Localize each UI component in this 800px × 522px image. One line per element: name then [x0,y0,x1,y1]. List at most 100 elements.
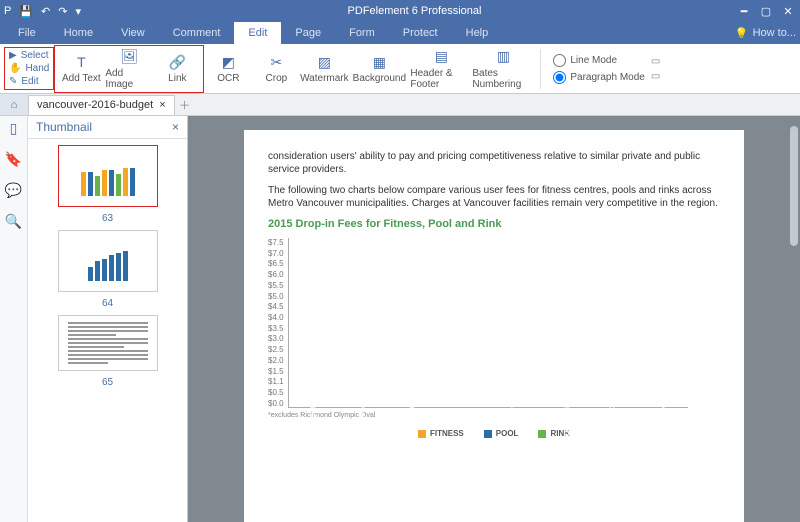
add-text-label: Add Text [62,73,101,84]
chart-y-axis: $7.5$7.0$6.5$6.0$5.5$5.0$4.5$4.0$3.5$3.0… [268,238,288,408]
chart-plot-area: BURNABYNORTH VANCOUVERSURREYSURREY LEISU… [288,238,688,408]
thumbnails-icon[interactable]: ▯ [10,120,18,137]
bates-label: Bates Numbering [472,68,534,90]
tab-help[interactable]: Help [452,22,503,44]
header-footer-button[interactable]: ▤Header & Footer [410,48,472,90]
ocr-button[interactable]: ◩ OCR [204,53,252,84]
window-title: PDFelement 6 Professional [93,5,736,17]
hand-icon: ✋ [9,63,21,74]
page-paragraph-1: consideration users' ability to pay and … [268,150,720,176]
header-footer-label: Header & Footer [410,68,472,90]
ribbon-overflow[interactable]: ▭▭ [651,56,660,82]
chart-title: 2015 Drop-in Fees for Fitness, Pool and … [268,218,720,230]
thumbnail-list: 63 64 65 [28,139,187,522]
cursor-icon: ▶ [9,50,17,61]
thumbnail-title: Thumbnail [36,120,92,134]
thumbnail-page-64[interactable] [58,230,158,292]
watermark-label: Watermark [300,73,349,84]
page-number-63: 63 [102,213,113,224]
close-icon[interactable]: ✕ [780,5,796,18]
bates-icon: ▥ [493,48,513,66]
search-icon[interactable]: 🔍 [5,213,22,230]
link-icon: 🔗 [167,53,187,71]
new-tab-button[interactable]: ＋ [175,97,195,113]
qat-dropdown-icon[interactable]: ▾ [75,5,81,18]
comments-icon[interactable]: 💬 [5,182,22,199]
workspace: ▯ 🔖 💬 🔍 Thumbnail × 63 64 65 c [0,116,800,522]
tab-close-icon[interactable]: × [159,99,165,111]
watermark-icon: ▨ [314,53,334,71]
document-tab-label: vancouver-2016-budget [37,99,153,111]
ocr-label: OCR [217,73,239,84]
thumbnail-page-65[interactable] [58,315,158,371]
options-icon: ▭ [651,56,660,67]
background-icon: ▦ [369,53,389,71]
ribbon-divider [540,49,541,89]
page-number-64: 64 [102,298,113,309]
edit-mode-radiogroup: Line Mode Paragraph Mode [547,54,651,84]
left-sidebar-rail: ▯ 🔖 💬 🔍 [0,116,28,522]
minimize-icon[interactable]: ━ [736,5,752,18]
legend-pool-label: POOL [496,429,519,438]
title-bar: P 💾 ↶ ↷ ▾ PDFelement 6 Professional ━ ▢ … [0,0,800,22]
add-text-button[interactable]: T Add Text [57,48,105,90]
vertical-scrollbar[interactable] [790,126,798,246]
line-mode-radio[interactable]: Line Mode [553,54,645,67]
document-tab[interactable]: vancouver-2016-budget × [28,95,175,115]
select-label: Select [21,50,49,61]
link-button[interactable]: 🔗 Link [153,48,201,90]
page-paragraph-2: The following two charts below compare v… [268,184,720,210]
thumbnail-panel: Thumbnail × 63 64 65 [28,116,188,522]
watermark-button[interactable]: ▨ Watermark [300,53,348,84]
tab-page[interactable]: Page [281,22,335,44]
chart-legend: FITNESS POOL RINK [268,429,720,438]
app-logo-icon: P [4,5,11,18]
select-mode[interactable]: ▶ Select [9,50,49,61]
tab-comment[interactable]: Comment [159,22,235,44]
how-to-button[interactable]: 💡 How to... [735,27,796,40]
undo-icon[interactable]: ↶ [41,5,50,18]
edit-label: Edit [21,76,38,87]
tab-edit[interactable]: Edit [234,22,281,44]
chart: $7.5$7.0$6.5$6.0$5.5$5.0$4.5$4.0$3.5$3.0… [268,238,720,408]
save-icon[interactable]: 💾 [19,5,33,18]
background-label: Background [353,73,406,84]
line-mode-label: Line Mode [570,55,617,66]
legend-pool: POOL [484,429,519,438]
tab-view[interactable]: View [107,22,159,44]
add-image-button[interactable]: 🖼Add Image [105,48,153,90]
highlighted-edit-tools: T Add Text 🖼Add Image 🔗 Link [54,45,204,93]
how-to-label: How to... [753,27,796,39]
bates-button[interactable]: ▥ Bates Numbering [472,48,534,90]
panel-close-icon[interactable]: × [172,120,179,134]
tab-form[interactable]: Form [335,22,389,44]
crop-button[interactable]: ✂Crop [252,53,300,84]
chart-footnote: *excludes Richmond Olympic Oval [268,412,720,419]
crop-label: Crop [266,73,288,84]
tab-file[interactable]: File [4,22,50,44]
hand-mode[interactable]: ✋ Hand [9,63,49,74]
paragraph-mode-radio[interactable]: Paragraph Mode [553,71,645,84]
options-icon-2: ▭ [651,71,660,82]
legend-fitness-label: FITNESS [430,429,464,438]
redo-icon[interactable]: ↷ [58,5,67,18]
paragraph-mode-label: Paragraph Mode [570,72,645,83]
thumbnail-page-63[interactable] [58,145,158,207]
background-button[interactable]: ▦ Background [348,53,410,84]
page-number-65: 65 [102,377,113,388]
link-label: Link [168,73,186,84]
quick-access-toolbar: P 💾 ↶ ↷ ▾ [4,5,81,18]
tab-home[interactable]: Home [50,22,107,44]
edit-icon: ✎ [9,76,17,87]
hand-label: Hand [25,63,49,74]
document-viewport[interactable]: consideration users' ability to pay and … [188,116,800,522]
maximize-icon[interactable]: ▢ [758,5,774,18]
ocr-icon: ◩ [218,53,238,71]
selection-mode-group: ▶ Select ✋ Hand ✎ Edit [4,47,54,90]
text-icon: T [71,53,91,71]
edit-mode[interactable]: ✎ Edit [9,76,49,87]
home-tab-icon[interactable]: ⌂ [0,94,28,115]
tab-protect[interactable]: Protect [389,22,452,44]
ribbon-tabs: File Home View Comment Edit Page Form Pr… [0,22,800,44]
bookmarks-icon[interactable]: 🔖 [5,151,22,168]
